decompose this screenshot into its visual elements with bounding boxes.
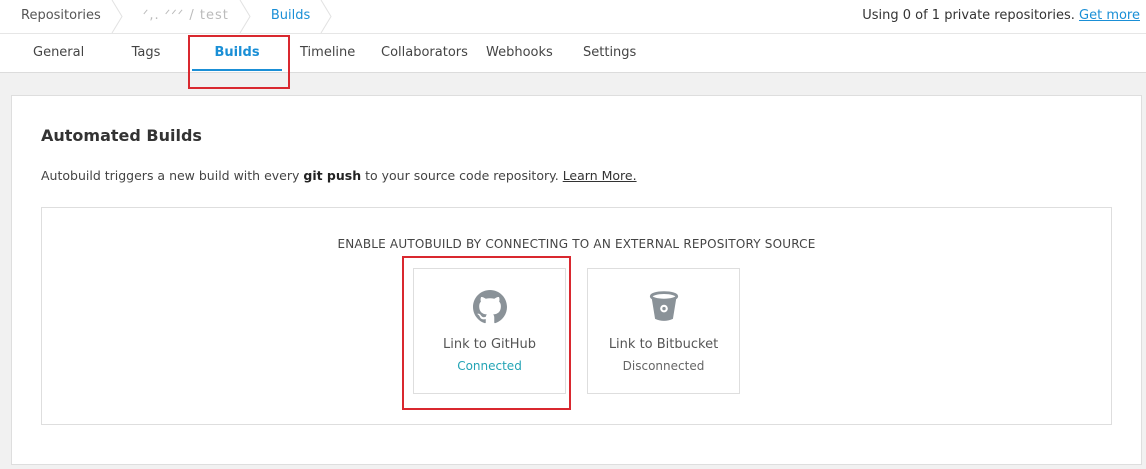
breadcrumb: Repositories ᐟ,. ᐟᐟᐟ / test Builds bbox=[0, 0, 332, 33]
repo-usage-text: Using 0 of 1 private repositories. bbox=[862, 8, 1075, 23]
breadcrumb-repositories[interactable]: Repositories bbox=[0, 0, 123, 33]
top-bar: Repositories ᐟ,. ᐟᐟᐟ / test Builds Using… bbox=[0, 0, 1146, 34]
tab-general[interactable]: General bbox=[33, 34, 84, 72]
git-push-text: git push bbox=[303, 168, 362, 183]
bitbucket-status: Disconnected bbox=[622, 359, 705, 373]
highlight-builds-tab bbox=[188, 35, 290, 89]
tab-timeline[interactable]: Timeline bbox=[300, 34, 355, 72]
tab-tags[interactable]: Tags bbox=[128, 34, 164, 72]
repo-tabs: General Tags Builds Timeline Collaborato… bbox=[0, 34, 1146, 73]
repository-source-box: ENABLE AUTOBUILD BY CONNECTING TO AN EXT… bbox=[41, 207, 1112, 425]
tab-webhooks[interactable]: Webhooks bbox=[486, 34, 553, 72]
tab-settings[interactable]: Settings bbox=[583, 34, 636, 72]
bitbucket-icon bbox=[649, 291, 679, 321]
source-heading: ENABLE AUTOBUILD BY CONNECTING TO AN EXT… bbox=[337, 237, 816, 251]
automated-builds-card: Automated Builds Autobuild triggers a ne… bbox=[11, 95, 1142, 465]
bitbucket-label: Link to Bitbucket bbox=[608, 337, 719, 352]
breadcrumb-separator-icon bbox=[320, 0, 332, 33]
get-more-link[interactable]: Get more bbox=[1079, 8, 1140, 23]
highlight-github-tile bbox=[402, 256, 571, 410]
learn-more-link[interactable]: Learn More. bbox=[563, 168, 637, 183]
section-title: Automated Builds bbox=[41, 126, 202, 145]
tab-collaborators[interactable]: Collaborators bbox=[381, 34, 468, 72]
link-bitbucket-button[interactable]: Link to Bitbucket Disconnected bbox=[587, 268, 740, 394]
section-description: Autobuild triggers a new build with ever… bbox=[41, 168, 637, 183]
private-repo-usage: Using 0 of 1 private repositories. Get m… bbox=[862, 0, 1140, 33]
breadcrumb-repo-name[interactable]: ᐟ,. ᐟᐟᐟ / test bbox=[122, 0, 251, 33]
breadcrumb-builds[interactable]: Builds bbox=[250, 0, 332, 33]
